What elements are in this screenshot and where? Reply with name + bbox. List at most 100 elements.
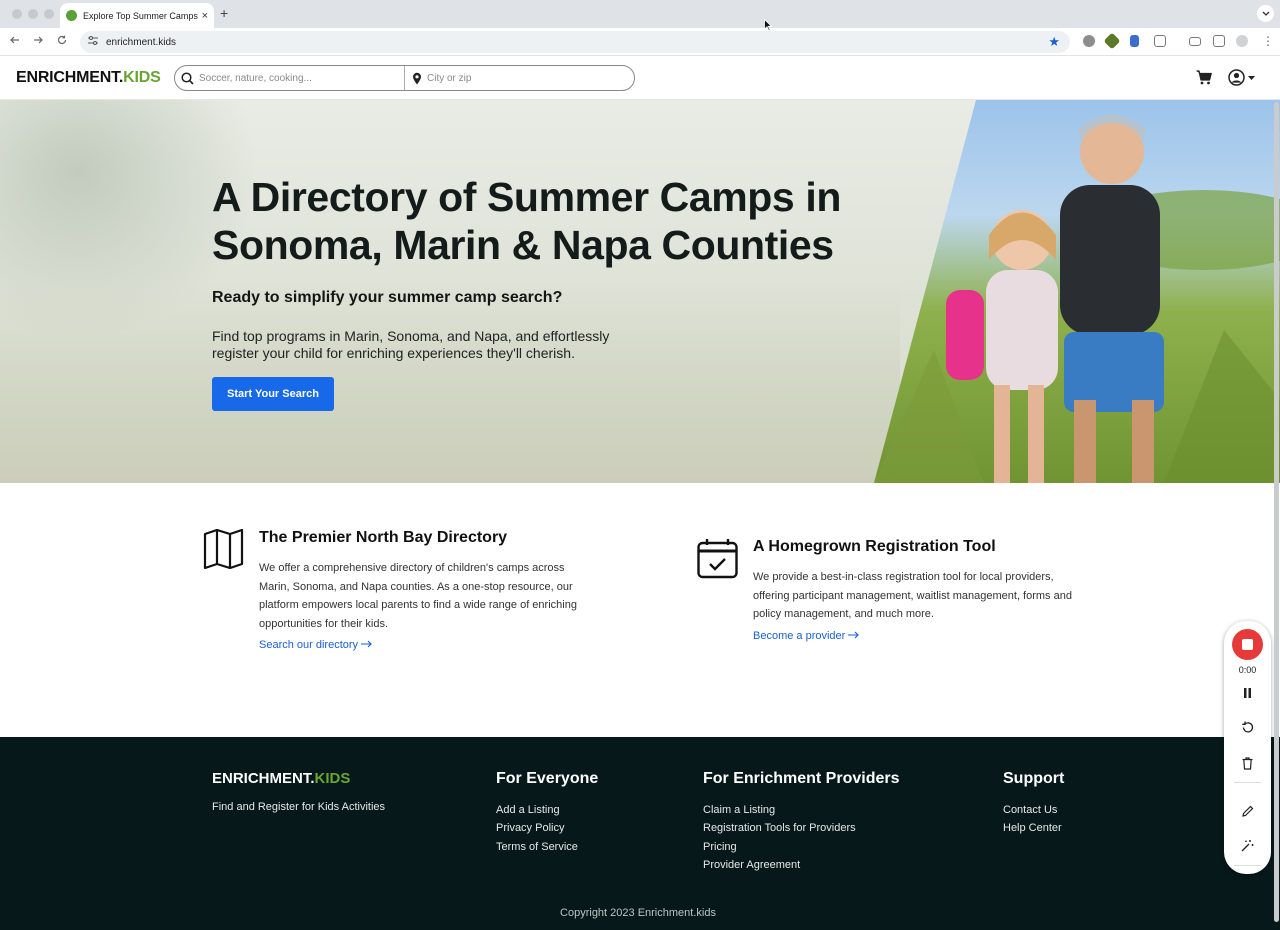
site-logo[interactable]: ENRICHMENT.KIDS (16, 69, 161, 87)
minimize-window-button[interactable] (28, 9, 38, 19)
browser-tab-bar: Explore Top Summer Camps × + (0, 0, 1280, 28)
footer-logo-text: ENRICHMENT. (212, 770, 315, 787)
forward-arrow-icon[interactable] (33, 34, 43, 48)
search-bar (174, 65, 635, 91)
site-footer: ENRICHMENT.KIDS Find and Register for Ki… (0, 737, 1280, 930)
pause-button[interactable] (1238, 683, 1257, 702)
recording-timer: 0:00 (1238, 665, 1257, 675)
page-scrollbar[interactable] (1274, 100, 1279, 930)
magic-wand-icon (1241, 840, 1254, 852)
extension-icon-1[interactable] (1083, 35, 1095, 47)
footer-heading-providers: For Enrichment Providers (703, 770, 900, 787)
cast-icon[interactable] (1189, 37, 1201, 46)
start-search-button[interactable]: Start Your Search (212, 377, 334, 411)
footer-link-provider-agreement[interactable]: Provider Agreement (703, 856, 900, 874)
hero-description: Find top programs in Marin, Sonoma, and … (212, 328, 610, 361)
scrollbar-thumb[interactable] (1274, 102, 1279, 922)
footer-link-help-center[interactable]: Help Center (1003, 819, 1064, 837)
restart-icon (1242, 721, 1254, 733)
footer-link-pricing[interactable]: Pricing (703, 838, 900, 856)
delete-button[interactable] (1238, 754, 1257, 773)
extensions-puzzle-icon[interactable] (1154, 35, 1166, 47)
copyright-text: Copyright 2023 Enrichment.kids (560, 907, 716, 919)
map-icon (203, 528, 244, 574)
footer-logo-accent-text: KIDS (314, 770, 351, 787)
feature-directory-body: We offer a comprehensive directory of ch… (259, 562, 577, 630)
become-provider-link-label: Become a provider (753, 629, 846, 642)
footer-column-providers: For Enrichment Providers Claim a Listing… (703, 770, 900, 875)
chevron-down-icon (1262, 11, 1269, 16)
logo-text: ENRICHMENT. (16, 69, 124, 86)
children-photo-illustration (874, 115, 1280, 483)
footer-link-terms[interactable]: Terms of Service (496, 838, 598, 856)
stop-icon (1242, 639, 1253, 650)
footer-link-registration-tools[interactable]: Registration Tools for Providers (703, 819, 900, 837)
tab-close-icon[interactable]: × (202, 10, 208, 22)
browser-toolbar: enrichment.kids ★ ⋮ (0, 28, 1280, 56)
hero-subtitle: Ready to simplify your summer camp searc… (212, 289, 563, 306)
footer-column-everyone: For Everyone Add a Listing Privacy Polic… (496, 770, 598, 856)
reload-icon[interactable] (57, 34, 67, 48)
extension-icon-2[interactable] (1103, 32, 1121, 50)
calendar-check-icon (697, 538, 738, 584)
favicon-icon (66, 10, 77, 21)
bookmark-star-icon[interactable]: ★ (1048, 34, 1060, 50)
caret-down-icon (1248, 75, 1255, 80)
extension-icon-3[interactable] (1130, 35, 1139, 47)
search-directory-link[interactable]: Search our directory (259, 639, 372, 651)
site-settings-icon[interactable] (88, 36, 98, 48)
mouse-cursor-icon (764, 19, 772, 31)
location-search-segment (405, 66, 634, 90)
arrow-right-icon (848, 631, 860, 638)
footer-link-claim-listing[interactable]: Claim a Listing (703, 801, 900, 819)
maximize-window-button[interactable] (44, 9, 54, 19)
url-text: enrichment.kids (106, 36, 177, 48)
tab-title: Explore Top Summer Camps (83, 10, 198, 21)
browser-menu-icon[interactable]: ⋮ (1262, 34, 1274, 48)
address-bar[interactable]: enrichment.kids ★ (80, 31, 1070, 53)
trash-icon (1242, 757, 1253, 770)
pause-icon (1244, 687, 1251, 698)
arrow-right-icon (361, 640, 372, 648)
pencil-icon (1241, 805, 1253, 817)
side-panel-icon[interactable] (1213, 35, 1225, 47)
account-menu-button[interactable] (1228, 69, 1255, 86)
close-window-button[interactable] (12, 9, 22, 19)
footer-heading-support: Support (1003, 770, 1065, 787)
search-directory-link-label: Search our directory (259, 639, 359, 651)
location-search-input[interactable] (427, 72, 617, 84)
feature-registration-body: We provide a best-in-class registration … (753, 571, 1072, 620)
footer-link-privacy-policy[interactable]: Privacy Policy (496, 819, 598, 837)
hero-background-grass (0, 283, 900, 483)
tab-search-button[interactable] (1257, 5, 1274, 22)
user-circle-icon (1228, 69, 1245, 86)
recorder-divider (1234, 782, 1261, 783)
footer-link-add-listing[interactable]: Add a Listing (496, 801, 598, 819)
hero-title: A Directory of Summer Camps in Sonoma, M… (212, 174, 841, 268)
draw-button[interactable] (1238, 801, 1257, 820)
stop-recording-button[interactable] (1232, 629, 1263, 660)
activity-search-segment (175, 66, 405, 90)
footer-heading-everyone: For Everyone (496, 770, 599, 787)
browser-tab[interactable]: Explore Top Summer Camps × (60, 3, 214, 28)
footer-logo[interactable]: ENRICHMENT.KIDS (212, 770, 350, 787)
activity-search-input[interactable] (199, 72, 389, 84)
cart-icon[interactable] (1196, 70, 1212, 90)
profile-icon[interactable] (1236, 35, 1248, 47)
feature-directory-title: The Premier North Bay Directory (259, 529, 508, 546)
footer-link-contact[interactable]: Contact Us (1003, 801, 1064, 819)
back-arrow-icon[interactable] (10, 34, 20, 48)
location-pin-icon (413, 72, 421, 84)
new-tab-button[interactable]: + (220, 5, 228, 21)
become-provider-link[interactable]: Become a provider (753, 629, 860, 642)
footer-column-support: Support Contact Us Help Center (1003, 770, 1064, 838)
feature-directory-content: The Premier North Bay Directory We offer… (259, 529, 589, 653)
feature-registration-content: A Homegrown Registration Tool We provide… (753, 538, 1083, 644)
effects-button[interactable] (1238, 836, 1257, 855)
restart-button[interactable] (1238, 718, 1257, 737)
search-icon (181, 71, 194, 85)
hero-section: A Directory of Summer Camps in Sonoma, M… (0, 100, 1280, 483)
logo-accent-text: KIDS (123, 69, 161, 86)
footer-tagline: Find and Register for Kids Activities (212, 801, 386, 813)
recorder-divider (1234, 865, 1261, 866)
